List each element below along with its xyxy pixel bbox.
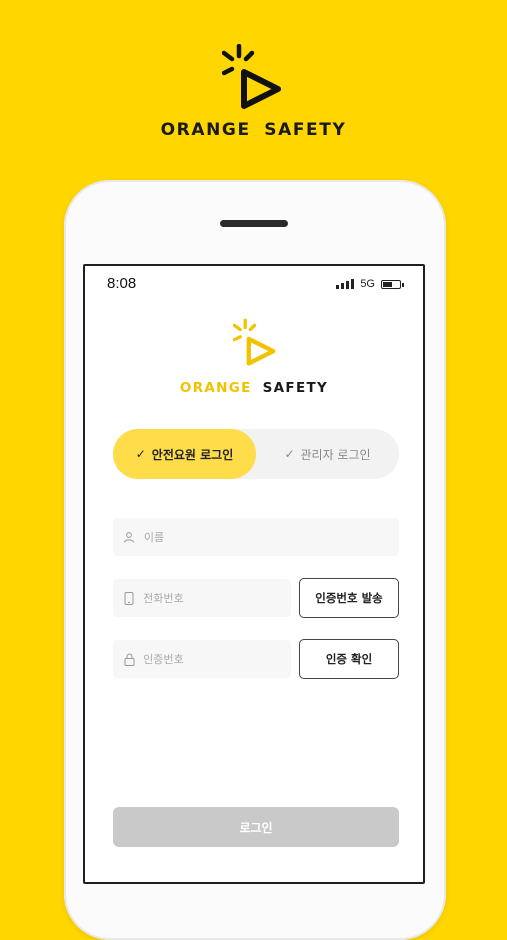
send-code-button[interactable]: 인증번호 발송: [299, 578, 399, 618]
phone-speaker: [220, 220, 288, 227]
lock-icon: [123, 652, 135, 666]
status-time: 8:08: [107, 275, 137, 292]
brand-wordmark: ORANGE SAFETY: [160, 120, 347, 140]
name-input[interactable]: [141, 529, 399, 545]
phone-frame: 8:08 5G ORANGE SAFETY ✓ 안전요원 로그인 ✓ 관리자 로…: [64, 180, 446, 940]
code-input[interactable]: [141, 651, 291, 667]
tab-admin-login[interactable]: ✓ 관리자 로그인: [256, 429, 399, 479]
check-icon: ✓: [284, 447, 295, 461]
orange-safety-logo-icon: [222, 44, 281, 109]
user-icon: [123, 530, 136, 544]
verify-code-button[interactable]: 인증 확인: [299, 639, 399, 679]
login-button[interactable]: 로그인: [113, 807, 399, 847]
app-logo: ORANGE SAFETY: [85, 318, 423, 398]
phone-input[interactable]: [141, 590, 291, 606]
login-screen: 8:08 5G ORANGE SAFETY ✓ 안전요원 로그인 ✓ 관리자 로…: [83, 264, 425, 884]
login-type-tabs: ✓ 안전요원 로그인 ✓ 관리자 로그인: [113, 429, 399, 479]
network-type: 5G: [360, 278, 375, 290]
signal-icon: [336, 279, 355, 289]
battery-icon: [381, 279, 404, 289]
top-brand: ORANGE SAFETY: [0, 0, 507, 150]
code-field: [113, 640, 291, 678]
orange-safety-logo-icon: [233, 318, 276, 366]
name-field: [113, 518, 399, 556]
tab-safety-staff-login[interactable]: ✓ 안전요원 로그인: [113, 429, 256, 479]
phone-field: [113, 579, 291, 617]
check-icon: ✓: [135, 447, 146, 461]
phone-icon: [123, 591, 135, 605]
app-wordmark: ORANGE SAFETY: [179, 380, 329, 396]
status-bar: 8:08 5G: [85, 266, 423, 302]
